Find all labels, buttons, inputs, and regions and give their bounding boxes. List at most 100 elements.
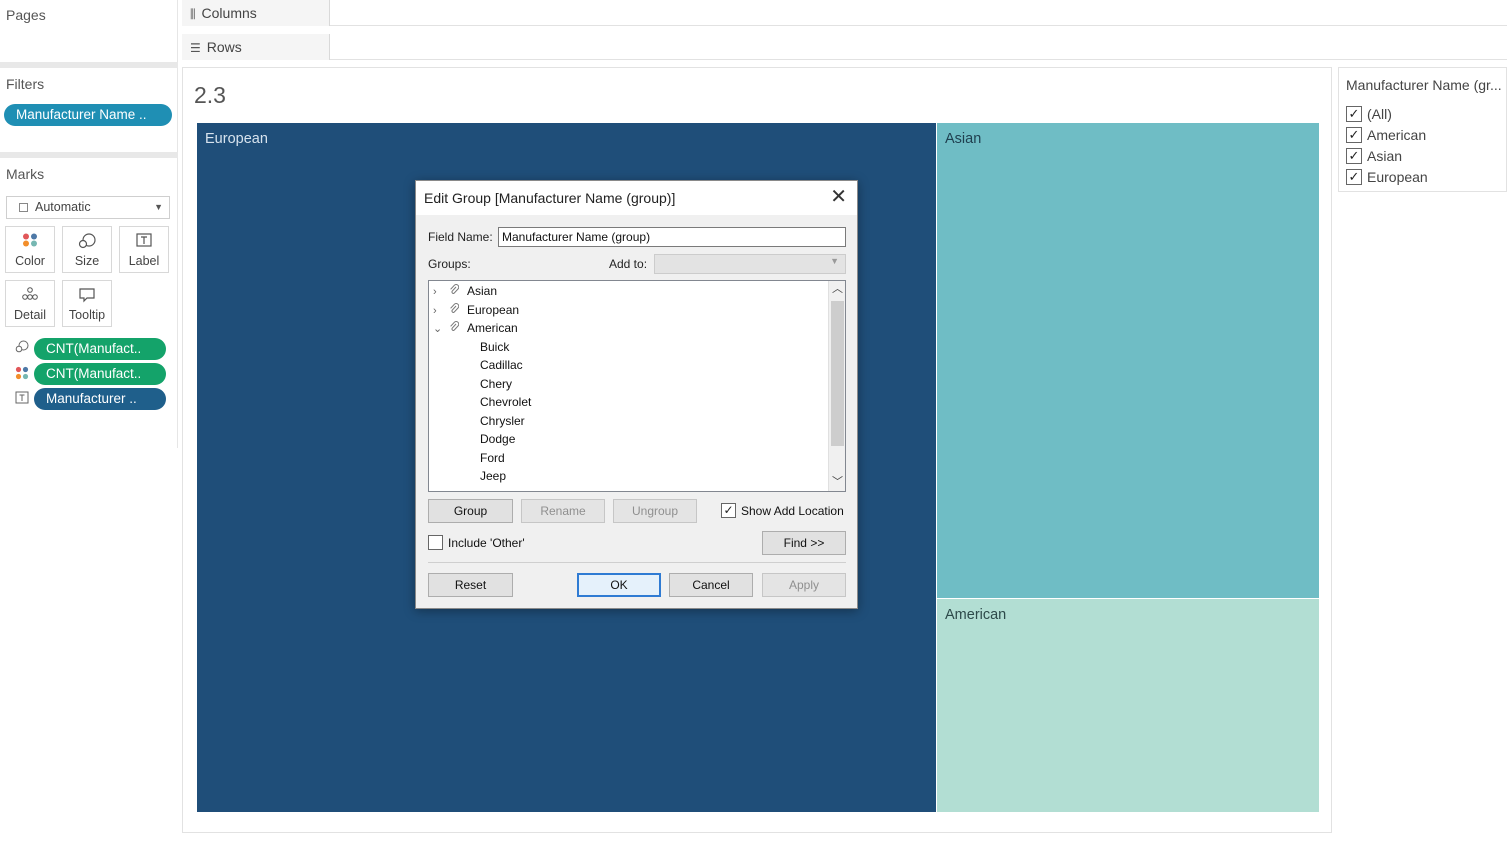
size-icon xyxy=(63,227,111,251)
groups-label: Groups: xyxy=(428,257,471,271)
chevron-right-icon[interactable]: › xyxy=(433,283,449,301)
legend-item-european[interactable]: ✓ European xyxy=(1346,168,1428,186)
marks-detail-button[interactable]: Detail xyxy=(5,280,55,327)
paperclip-icon xyxy=(449,320,467,338)
filter-legend: Manufacturer Name (gr... ✓ (All) ✓ Ameri… xyxy=(1338,67,1507,192)
dialog-separator xyxy=(428,562,846,563)
legend-checkbox-all[interactable]: ✓ xyxy=(1346,106,1362,122)
treemap-label-american: American xyxy=(945,607,1007,623)
tree-item-label: Ford xyxy=(480,450,505,465)
marks-tooltip-label: Tooltip xyxy=(68,308,106,322)
legend-item-label: European xyxy=(1367,169,1428,185)
tree-member-row[interactable]: Dodge xyxy=(480,430,515,448)
tree-member-row[interactable]: Chevrolet xyxy=(480,393,531,411)
tree-member-row[interactable]: Chery xyxy=(480,375,512,393)
legend-title: Manufacturer Name (gr... xyxy=(1346,77,1502,93)
size-icon xyxy=(14,340,30,357)
apply-button[interactable]: Apply xyxy=(762,573,846,597)
legend-item-asian[interactable]: ✓ Asian xyxy=(1346,147,1402,165)
chevron-down-icon: ▼ xyxy=(154,202,163,212)
close-icon[interactable]: ✕ xyxy=(830,181,847,213)
tree-member-row[interactable]: Cadillac xyxy=(480,356,523,374)
scroll-up-icon[interactable]: ︿ xyxy=(829,281,845,298)
groups-tree[interactable]: ︿ ﹀ › Asian › European ⌄ American Buick Cadilla… xyxy=(428,280,846,492)
include-other-toggle[interactable]: Include 'Other' xyxy=(428,535,525,552)
include-other-label: Include 'Other' xyxy=(448,536,525,550)
field-name-input[interactable]: Manufacturer Name (group) xyxy=(498,227,846,247)
show-add-location-label: Show Add Location xyxy=(741,504,844,518)
marks-size-button[interactable]: Size xyxy=(62,226,112,273)
scroll-down-icon[interactable]: ﹀ xyxy=(829,474,845,491)
mark-type-dropdown[interactable]: Automatic ▼ xyxy=(6,196,170,219)
tree-item-label: Asian xyxy=(467,284,498,298)
columns-shelf[interactable]: ⫼ Columns xyxy=(182,0,1507,26)
legend-checkbox-asian[interactable]: ✓ xyxy=(1346,148,1362,164)
tree-group-row[interactable]: › European xyxy=(433,301,519,319)
marks-pill-label[interactable]: Manufacturer .. xyxy=(34,388,166,410)
detail-icon xyxy=(6,281,54,305)
cancel-button[interactable]: Cancel xyxy=(669,573,753,597)
show-add-location-toggle[interactable]: ✓ Show Add Location xyxy=(721,503,844,520)
label-icon xyxy=(120,227,168,251)
mark-type-icon xyxy=(19,203,28,212)
filters-title: Filters xyxy=(6,76,45,92)
filters-card: Filters Manufacturer Name .. xyxy=(0,68,178,152)
legend-checkbox-american[interactable]: ✓ xyxy=(1346,127,1362,143)
legend-checkbox-european[interactable]: ✓ xyxy=(1346,169,1362,185)
label-icon xyxy=(14,391,30,407)
treemap-tile-american[interactable]: American xyxy=(937,599,1319,812)
tree-scrollbar[interactable]: ︿ ﹀ xyxy=(828,281,845,491)
marks-pill-color[interactable]: CNT(Manufact.. xyxy=(34,363,166,385)
marks-label-button[interactable]: Label xyxy=(119,226,169,273)
tree-group-row[interactable]: › Asian xyxy=(433,282,497,300)
ungroup-button[interactable]: Ungroup xyxy=(613,499,697,523)
columns-label-text: Columns xyxy=(201,5,257,21)
include-other-checkbox[interactable] xyxy=(428,535,443,550)
show-add-location-checkbox[interactable]: ✓ xyxy=(721,503,736,518)
filter-pill-manufacturer[interactable]: Manufacturer Name .. xyxy=(4,104,172,126)
tree-member-row[interactable]: Buick xyxy=(480,338,509,356)
marks-color-label: Color xyxy=(15,254,45,268)
tree-item-label: Buick xyxy=(480,339,510,354)
pages-card: Pages xyxy=(0,0,178,62)
color-dots-icon xyxy=(6,227,54,251)
reset-button[interactable]: Reset xyxy=(428,573,513,597)
tooltip-icon xyxy=(63,281,111,305)
legend-item-all[interactable]: ✓ (All) xyxy=(1346,105,1392,123)
chevron-down-icon: ▼ xyxy=(830,256,839,266)
marks-color-button[interactable]: Color xyxy=(5,226,55,273)
tree-member-row[interactable]: Ford xyxy=(480,449,505,467)
marks-pill-size[interactable]: CNT(Manufact.. xyxy=(34,338,166,360)
treemap-tile-asian[interactable]: Asian xyxy=(937,123,1319,598)
tree-group-row[interactable]: ⌄ American xyxy=(433,319,518,337)
find-button[interactable]: Find >> xyxy=(762,531,846,555)
legend-item-american[interactable]: ✓ American xyxy=(1346,126,1426,144)
rows-shelf[interactable]: ☰ Rows xyxy=(182,34,1507,60)
group-button[interactable]: Group xyxy=(428,499,513,523)
columns-icon: ⫼ xyxy=(190,7,196,21)
add-to-dropdown[interactable]: ▼ xyxy=(654,254,846,274)
marks-tooltip-button[interactable]: Tooltip xyxy=(62,280,112,327)
add-to-label: Add to: xyxy=(609,257,648,271)
legend-item-label: (All) xyxy=(1367,106,1392,122)
pages-title: Pages xyxy=(6,7,46,23)
paperclip-icon xyxy=(449,302,467,320)
rows-icon: ☰ xyxy=(190,41,201,55)
marks-label-label: Label xyxy=(128,254,160,268)
dialog-title: Edit Group [Manufacturer Name (group)] xyxy=(424,190,676,206)
ok-button[interactable]: OK xyxy=(577,573,661,597)
tree-item-label: Cadillac xyxy=(480,358,523,372)
legend-item-label: Asian xyxy=(1367,148,1403,164)
dialog-title-bar: Edit Group [Manufacturer Name (group)] ✕ xyxy=(416,181,857,215)
rows-label-text: Rows xyxy=(206,39,242,55)
tree-item-label: Jeep xyxy=(480,469,507,483)
chevron-right-icon[interactable]: › xyxy=(433,302,449,320)
tree-member-row[interactable]: Jeep xyxy=(480,467,506,485)
tree-member-row[interactable]: Chrysler xyxy=(480,412,525,430)
paperclip-icon xyxy=(449,283,467,301)
rename-button[interactable]: Rename xyxy=(521,499,605,523)
mark-type-value: Automatic xyxy=(35,200,91,214)
chevron-down-icon[interactable]: ⌄ xyxy=(433,320,449,338)
scroll-thumb[interactable] xyxy=(831,301,844,446)
tree-item-label: American xyxy=(467,321,518,335)
